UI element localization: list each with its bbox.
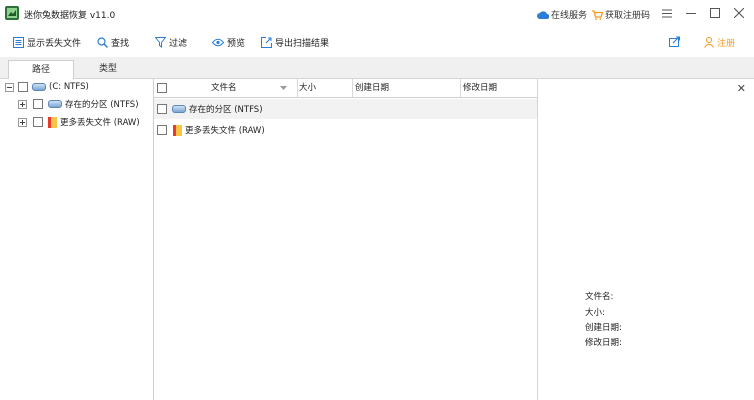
col-filename[interactable]: 文件名	[154, 79, 298, 97]
find-label: 查找	[111, 39, 130, 49]
show-lost-files-label: 显示丢失文件	[27, 39, 82, 49]
tree-item-checkbox[interactable]	[33, 117, 43, 127]
buy-code-label: 获取注册码	[605, 11, 651, 21]
tree-item-label: 存在的分区 (NTFS)	[65, 100, 139, 110]
col-size[interactable]: 大小	[297, 79, 353, 97]
col-filename-label: 文件名	[211, 83, 237, 93]
view-tabs: 路径 类型	[0, 57, 754, 80]
hamburger-icon	[662, 9, 672, 17]
prop-size-label: 大小:	[585, 308, 605, 318]
close-icon	[734, 8, 744, 18]
expand-toggle[interactable]	[18, 117, 27, 127]
share-button[interactable]	[669, 36, 681, 47]
export-results-label: 导出扫描结果	[275, 39, 330, 49]
online-service-link[interactable]: 在线服务	[537, 8, 587, 21]
buy-code-link[interactable]: 获取注册码	[592, 8, 650, 21]
tab-type[interactable]: 类型	[76, 60, 140, 78]
export-icon	[261, 37, 272, 48]
tree-root-label: (C: NTFS)	[49, 82, 89, 92]
col-modified[interactable]: 修改日期	[461, 79, 537, 97]
preview-panel: ✕ 文件名: 大小: 创建日期: 修改日期:	[538, 79, 754, 400]
list-row[interactable]: 更多丢失文件 (RAW)	[154, 120, 537, 140]
prop-created-label: 创建日期:	[585, 323, 622, 333]
tree-root-checkbox[interactable]	[18, 82, 28, 92]
prop-modified-label: 修改日期:	[585, 338, 622, 348]
filter-label: 过滤	[169, 39, 188, 49]
list-icon	[13, 37, 24, 48]
lost-files-icon	[173, 124, 182, 136]
tree-item-lost[interactable]: 更多丢失文件 (RAW)	[18, 114, 140, 130]
tree-item-existing[interactable]: 存在的分区 (NTFS)	[18, 96, 139, 112]
drive-icon	[48, 100, 62, 108]
app-logo-icon	[5, 6, 19, 20]
eye-icon	[212, 38, 224, 47]
register-label: 注册	[717, 39, 736, 49]
expand-toggle[interactable]	[18, 99, 27, 109]
show-lost-files-button[interactable]: 显示丢失文件	[13, 36, 81, 49]
menu-button[interactable]	[656, 3, 678, 23]
row-filename: 存在的分区 (NTFS)	[189, 105, 263, 115]
list-header: 文件名 大小 创建日期 修改日期	[154, 79, 537, 98]
cloud-icon	[537, 10, 549, 19]
list-row[interactable]: 存在的分区 (NTFS)	[154, 99, 537, 119]
cart-icon	[592, 9, 603, 20]
tree-item-label: 更多丢失文件 (RAW)	[60, 118, 140, 128]
online-service-label: 在线服务	[551, 11, 588, 21]
find-button[interactable]: 查找	[97, 36, 129, 49]
maximize-icon	[710, 8, 720, 18]
file-list: 文件名 大小 创建日期 修改日期 存在的分区 (NTFS) 更多丢失文件 (RA…	[154, 79, 538, 400]
minimize-icon	[686, 13, 696, 14]
title-bar: 迷你兔数据恢复 v11.0 在线服务 获取注册码	[0, 0, 754, 27]
export-results-button[interactable]: 导出扫描结果	[261, 36, 329, 49]
preview-button[interactable]: 预览	[212, 36, 245, 49]
prop-filename-label: 文件名:	[585, 292, 614, 302]
select-all-checkbox[interactable]	[157, 83, 167, 93]
tree-root[interactable]: (C: NTFS)	[5, 79, 89, 95]
preview-label: 预览	[227, 39, 246, 49]
close-preview-icon[interactable]: ✕	[737, 82, 746, 95]
sort-arrow-icon	[280, 86, 287, 90]
toolbar: 显示丢失文件 查找 过滤 预览 导出扫描结果 注册	[0, 27, 754, 58]
drive-icon	[32, 83, 46, 91]
filter-button[interactable]: 过滤	[155, 36, 187, 49]
register-button[interactable]: 注册	[704, 36, 735, 49]
tree-item-checkbox[interactable]	[33, 99, 43, 109]
collapse-toggle[interactable]	[5, 82, 14, 92]
lost-files-icon	[48, 116, 57, 128]
app-title: 迷你兔数据恢复 v11.0	[24, 11, 116, 21]
row-filename: 更多丢失文件 (RAW)	[185, 126, 265, 136]
drive-icon	[172, 105, 186, 113]
maximize-button[interactable]	[704, 3, 726, 23]
filter-icon	[155, 37, 166, 48]
user-icon	[704, 37, 714, 48]
share-icon	[669, 36, 681, 47]
col-created[interactable]: 创建日期	[353, 79, 461, 97]
folder-tree: (C: NTFS) 存在的分区 (NTFS) 更多丢失文件 (RAW)	[0, 79, 154, 400]
row-checkbox[interactable]	[157, 104, 167, 114]
minimize-button[interactable]	[680, 3, 702, 23]
search-icon	[97, 37, 108, 48]
close-button[interactable]	[728, 3, 750, 23]
row-checkbox[interactable]	[157, 125, 167, 135]
tab-path[interactable]: 路径	[8, 60, 74, 80]
